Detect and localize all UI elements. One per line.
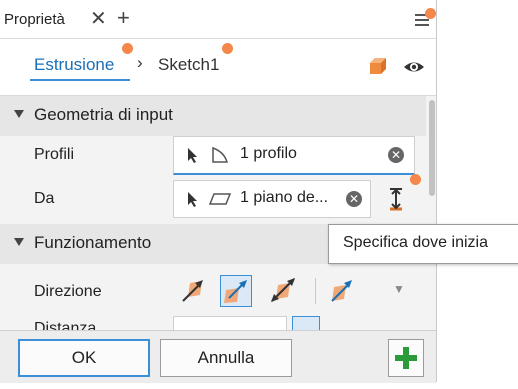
plane-icon (208, 193, 232, 205)
add-tab-icon[interactable]: + (117, 5, 130, 31)
breadcrumb-feature[interactable]: Estrusione (34, 55, 114, 75)
direction-symmetric-button[interactable] (268, 275, 298, 305)
tooltip: Specifica dove inizia (328, 224, 518, 264)
properties-panel: Proprietà ✕ + Estrusione › Sketch1 Geome… (0, 0, 437, 383)
footer: OK Annulla (0, 330, 436, 383)
cancel-button[interactable]: Annulla (160, 339, 292, 377)
direction-symmetric-icon (271, 278, 295, 302)
collapse-icon (14, 110, 24, 118)
collapse-icon (14, 238, 24, 246)
box-icon[interactable] (367, 56, 389, 78)
tab-bar: Proprietà ✕ + (0, 0, 436, 39)
ok-button[interactable]: OK (18, 339, 150, 377)
direction-flipped-icon (224, 280, 247, 303)
scrollbar-thumb[interactable] (429, 100, 435, 196)
da-label: Da (34, 190, 55, 207)
direction-default-icon (182, 280, 203, 302)
apply-add-button[interactable] (388, 339, 424, 377)
cursor-icon (188, 148, 197, 163)
breadcrumb-sketch[interactable]: Sketch1 (158, 55, 219, 75)
flip-icon[interactable] (386, 186, 406, 212)
direction-default-button[interactable] (178, 275, 208, 305)
tab-title[interactable]: Proprietà (4, 11, 65, 28)
direction-asymmetric-icon (331, 280, 352, 302)
direction-asymmetric-button[interactable] (326, 275, 356, 305)
clear-icon[interactable]: ✕ (346, 191, 362, 207)
scrollbar[interactable] (428, 96, 436, 326)
profile-icon (212, 146, 229, 163)
marker-dot (410, 174, 421, 185)
section-input-title: Geometria di input (34, 105, 173, 124)
direction-divider (315, 278, 316, 304)
direction-dropdown-icon[interactable]: ▼ (393, 282, 405, 296)
section-input-header[interactable]: Geometria di input (0, 96, 426, 136)
cursor-icon (188, 192, 197, 207)
clear-icon[interactable]: ✕ (388, 147, 404, 163)
profili-value: 1 profilo (240, 145, 297, 162)
breadcrumb: Estrusione › Sketch1 (0, 39, 436, 96)
da-selector[interactable]: 1 piano de... ✕ (173, 180, 371, 218)
profili-label: Profili (34, 146, 75, 163)
direction-flipped-button[interactable] (220, 275, 252, 307)
marker-dot (122, 43, 133, 54)
marker-dot (425, 8, 436, 19)
eye-icon[interactable] (402, 57, 426, 77)
close-tab-icon[interactable]: ✕ (90, 6, 107, 31)
breadcrumb-underline (30, 79, 130, 81)
profili-selector[interactable]: 1 profilo ✕ (173, 136, 415, 175)
direzione-label: Direzione (34, 283, 102, 300)
section-behavior-title: Funzionamento (34, 233, 152, 252)
da-value: 1 piano de... (240, 189, 329, 206)
plus-icon (395, 347, 417, 369)
breadcrumb-separator: › (137, 53, 143, 72)
marker-dot (222, 43, 233, 54)
tooltip-text: Specifica dove inizia (343, 234, 488, 251)
